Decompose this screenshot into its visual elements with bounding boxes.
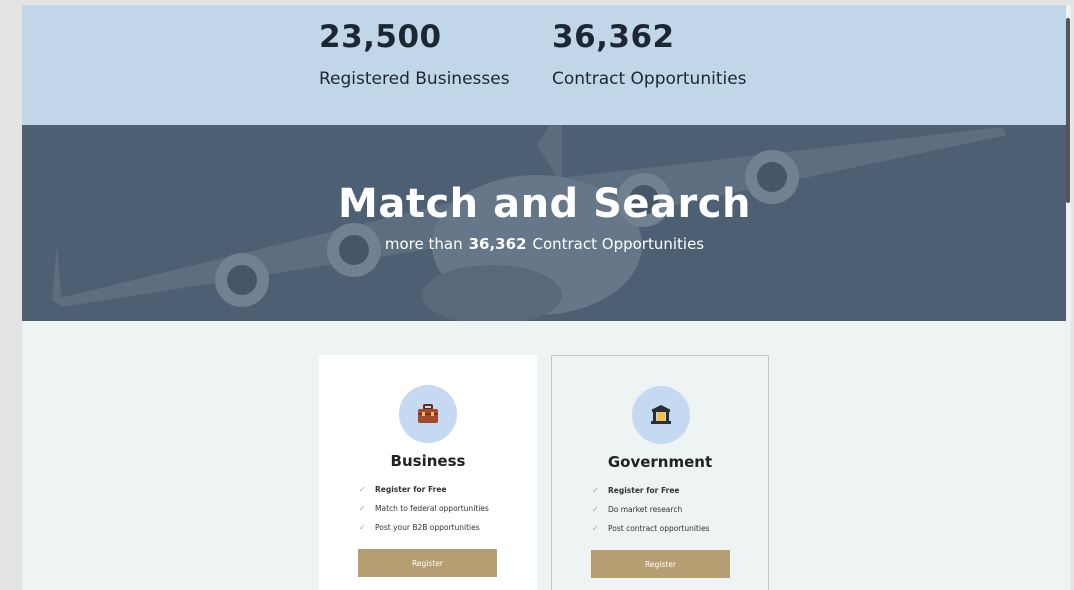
- hero-subtitle-number: 36,362: [468, 235, 527, 253]
- feature-list: ✓ Register for Free ✓ Do market research ✓…: [592, 486, 709, 543]
- hero-banner: Match and Search more than 36,362 Contract…: [22, 125, 1067, 321]
- feature-item: ✓ Post your B2B opportunities: [359, 523, 489, 542]
- check-icon: ✓: [359, 504, 366, 513]
- hero-subtitle-prefix: more than: [384, 235, 463, 253]
- feature-item: ✓ Register for Free: [592, 486, 709, 505]
- briefcase-icon: [418, 404, 438, 423]
- check-icon: ✓: [359, 523, 366, 532]
- business-card: Business ✓ Register for Free ✓ Match to fe…: [319, 355, 537, 590]
- stat-label: Contract Opportunities: [552, 69, 747, 89]
- feature-item: ✓ Register for Free: [359, 485, 489, 504]
- feature-text: Do market research: [608, 505, 683, 514]
- government-building-icon: [651, 405, 671, 424]
- card-title: Government: [607, 453, 713, 471]
- feature-text: Register for Free: [608, 486, 680, 495]
- stat-registered-businesses: 23,500 Registered Businesses: [319, 19, 510, 89]
- feature-list: ✓ Register for Free ✓ Match to federal opp…: [359, 485, 489, 542]
- government-card: Government ✓ Register for Free ✓ Do market…: [551, 355, 769, 590]
- government-register-button[interactable]: Register: [591, 550, 730, 578]
- business-register-button[interactable]: Register: [358, 549, 497, 577]
- hero-title: Match and Search: [338, 181, 751, 227]
- feature-text: Match to federal opportunities: [375, 504, 489, 513]
- business-icon-circle: [399, 385, 457, 443]
- stat-number: 23,500: [319, 19, 442, 55]
- card-title: Business: [390, 452, 466, 470]
- check-icon: ✓: [592, 505, 599, 514]
- scrollbar-thumb[interactable]: [1066, 18, 1070, 203]
- feature-text: Register for Free: [375, 485, 447, 494]
- stats-band: 23,500 Registered Businesses 36,362 Cont…: [22, 5, 1067, 125]
- hero-subtitle-suffix: Contract Opportunities: [532, 235, 705, 253]
- feature-text: Post your B2B opportunities: [375, 523, 480, 532]
- check-icon: ✓: [359, 485, 366, 494]
- feature-item: ✓ Post contract opportunities: [592, 524, 709, 543]
- stat-label: Registered Businesses: [319, 69, 510, 89]
- check-icon: ✓: [592, 524, 599, 533]
- hero-subtitle: more than 36,362 Contract Opportunities: [22, 235, 1067, 253]
- feature-item: ✓ Do market research: [592, 505, 709, 524]
- stat-number: 36,362: [552, 19, 675, 55]
- check-icon: ✓: [592, 486, 599, 495]
- feature-item: ✓ Match to federal opportunities: [359, 504, 489, 523]
- feature-text: Post contract opportunities: [608, 524, 710, 533]
- government-icon-circle: [632, 386, 690, 444]
- page: 23,500 Registered Businesses 36,362 Cont…: [22, 5, 1067, 590]
- stat-contract-opportunities: 36,362 Contract Opportunities: [552, 19, 747, 89]
